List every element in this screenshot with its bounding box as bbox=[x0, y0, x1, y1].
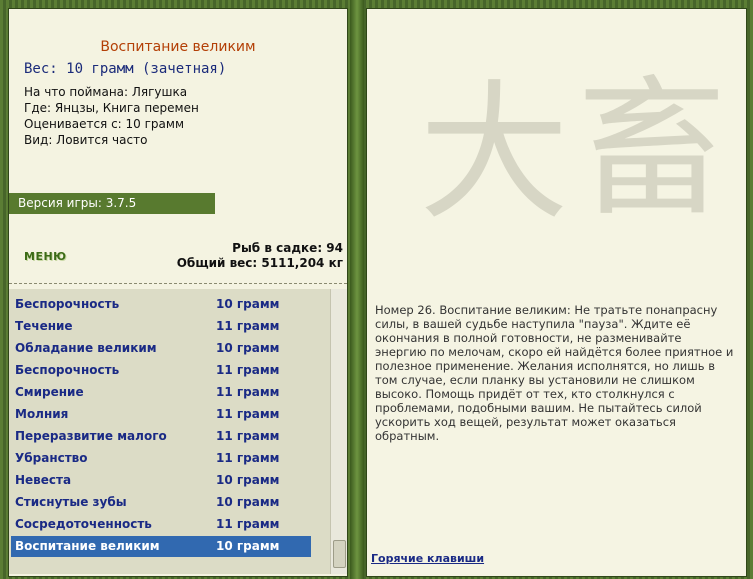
fish-weight: 10 грамм bbox=[216, 297, 280, 311]
catch-valued-from: Оценивается с: 10 грамм bbox=[24, 117, 184, 131]
fish-weight: 10 грамм bbox=[216, 341, 280, 355]
fish-weight: 10 грамм bbox=[216, 473, 280, 487]
list-item[interactable]: Течение 11 грамм bbox=[11, 316, 311, 337]
menu-button[interactable]: МЕНЮ bbox=[24, 250, 67, 263]
list-item[interactable]: Стиснутые зубы 10 грамм bbox=[11, 492, 311, 513]
hotkeys-link[interactable]: Горячие клавиши bbox=[371, 552, 484, 565]
version-bar: Версия игры: 3.7.5 bbox=[9, 193, 215, 214]
scrollbar-thumb[interactable] bbox=[333, 540, 346, 568]
catch-title: Воспитание великим bbox=[100, 39, 256, 55]
divider bbox=[9, 283, 347, 284]
fish-name: Молния bbox=[15, 407, 69, 421]
bamboo-divider bbox=[350, 0, 364, 579]
list-item[interactable]: Сосредоточенность 11 грамм bbox=[11, 514, 311, 535]
fish-weight: 11 грамм bbox=[216, 407, 280, 421]
fish-name: Невеста bbox=[15, 473, 72, 487]
stats-block: Рыб в садке: 94 Общий вес: 5111,204 кг bbox=[177, 241, 343, 271]
hexagram-panel: 大 畜 Номер 26. Воспитание великим: Не тра… bbox=[366, 8, 747, 577]
fish-name: Обладание великим bbox=[15, 341, 157, 355]
catch-bait: На что поймана: Лягушка bbox=[24, 85, 188, 99]
hexagram-description: Номер 26. Воспитание великим: Не тратьте… bbox=[375, 303, 734, 443]
list-item[interactable]: Беспорочность 10 грамм bbox=[11, 294, 311, 315]
list-item[interactable]: Убранство 11 грамм bbox=[11, 448, 311, 469]
total-weight: Общий вес: 5111,204 кг bbox=[176, 256, 343, 270]
fish-name: Беспорочность bbox=[15, 297, 120, 311]
fish-name: Смирение bbox=[15, 385, 84, 399]
fish-weight: 11 грамм bbox=[216, 319, 280, 333]
fish-name: Воспитание великим bbox=[15, 539, 160, 553]
fish-weight: 11 грамм bbox=[216, 517, 280, 531]
fish-weight: 10 грамм bbox=[216, 539, 280, 553]
hexagram-glyph-2: 畜 bbox=[577, 63, 728, 237]
fish-weight: 11 грамм bbox=[216, 385, 280, 399]
catch-location: Где: Янцзы, Книга перемен bbox=[24, 101, 199, 115]
fish-name: Стиснутые зубы bbox=[15, 495, 127, 509]
list-item[interactable]: Обладание великим 10 грамм bbox=[11, 338, 311, 359]
scrollbar[interactable] bbox=[330, 289, 347, 574]
fish-name: Беспорочность bbox=[15, 363, 120, 377]
fish-name: Сосредоточенность bbox=[15, 517, 152, 531]
hexagram-glyph-1: 大 bbox=[419, 67, 570, 241]
fish-name: Переразвитие малого bbox=[15, 429, 167, 443]
fish-weight: 11 грамм bbox=[216, 429, 280, 443]
fish-name: Течение bbox=[15, 319, 73, 333]
list-item[interactable]: Молния 11 грамм bbox=[11, 404, 311, 425]
fish-weight: 11 грамм bbox=[216, 363, 280, 377]
list-item[interactable]: Беспорочность 11 грамм bbox=[11, 360, 311, 381]
list-item[interactable]: Воспитание великим 10 грамм bbox=[11, 536, 311, 557]
list-item[interactable]: Смирение 11 грамм bbox=[11, 382, 311, 403]
list-item[interactable]: Невеста 10 грамм bbox=[11, 470, 311, 491]
catch-weight: Вес: 10 грамм (зачетная) bbox=[24, 61, 227, 77]
fish-info-panel: Воспитание великим Вес: 10 грамм (зачетн… bbox=[8, 8, 348, 577]
fish-count: Рыб в садке: 94 bbox=[232, 241, 343, 255]
fish-weight: 11 грамм bbox=[216, 451, 280, 465]
fish-weight: 10 грамм bbox=[216, 495, 280, 509]
fish-list[interactable]: Беспорочность 10 грамм Течение 11 грамм Обла… bbox=[9, 289, 331, 574]
list-item[interactable]: Переразвитие малого 11 грамм bbox=[11, 426, 311, 447]
fish-name: Убранство bbox=[15, 451, 88, 465]
catch-frequency: Вид: Ловится часто bbox=[24, 133, 148, 147]
